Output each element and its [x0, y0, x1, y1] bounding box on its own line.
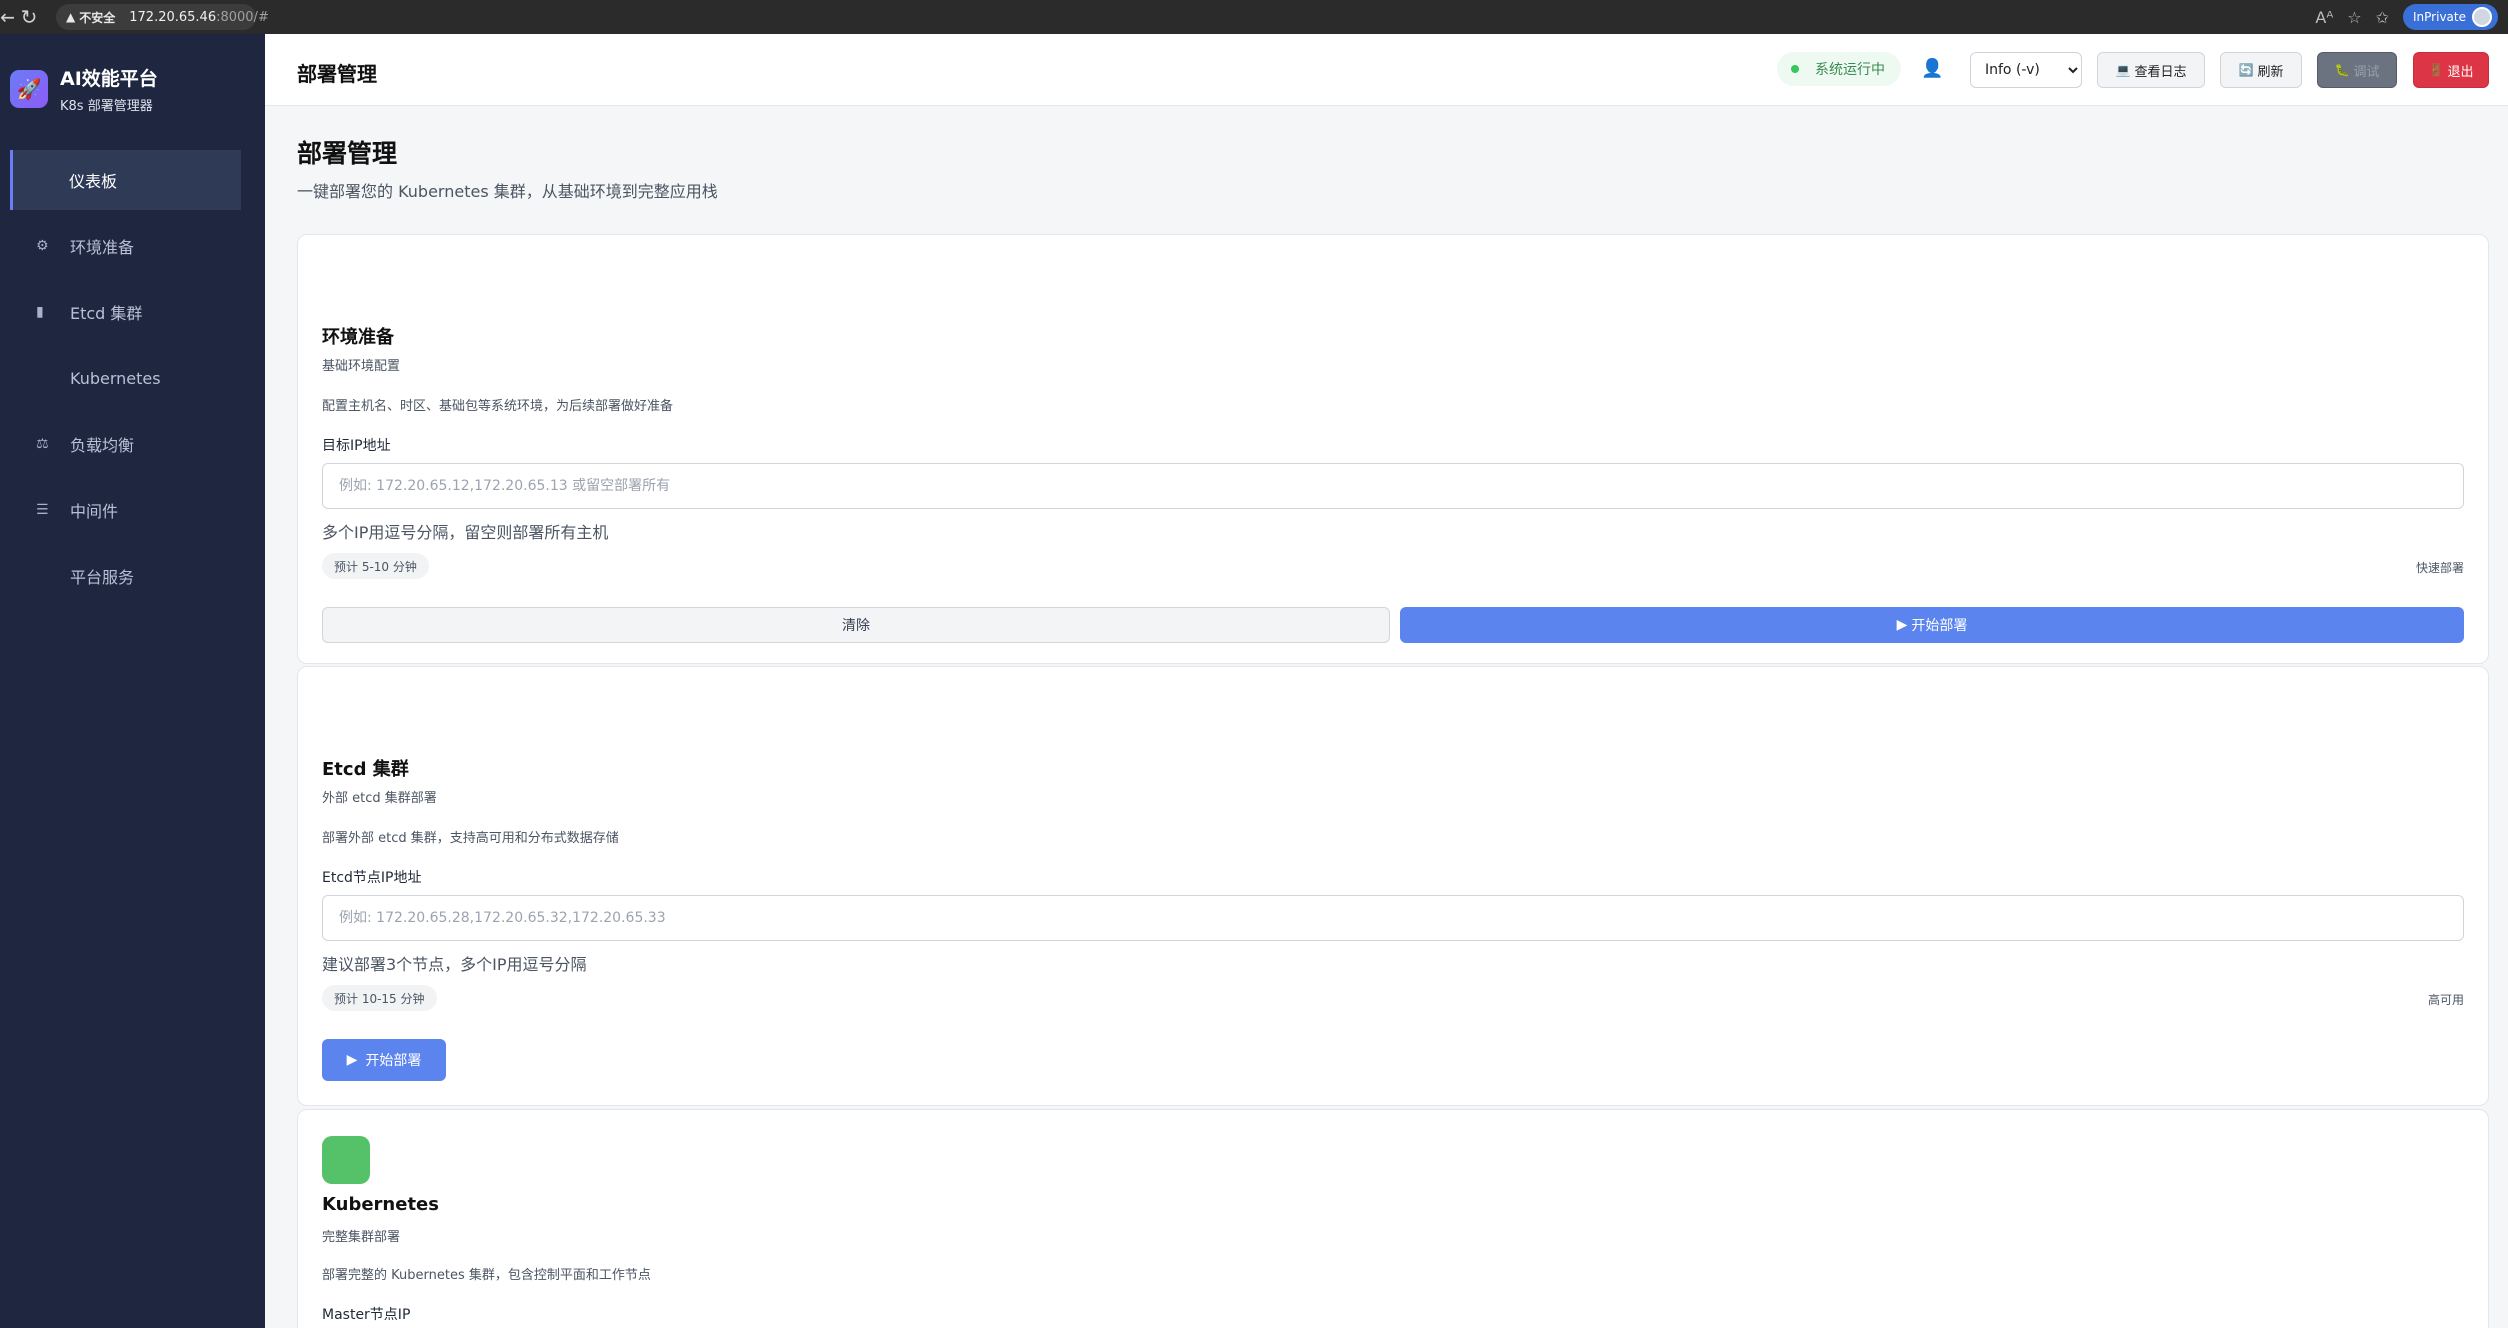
deploy-card-etcd: Etcd 集群 外部 etcd 集群部署 部署外部 etcd 集群，支持高可用和… [297, 666, 2489, 1106]
clear-label: 清除 [842, 618, 870, 634]
rocket-icon: 🚀 [10, 70, 48, 108]
play-icon: ▶ [1896, 617, 1908, 633]
time-estimate-badge: 预计 5-10 分钟 [322, 553, 429, 579]
kubernetes-card-icon [322, 1136, 370, 1184]
url-host: 172.20.65.46 [129, 9, 217, 25]
card-subtitle: 基础环境配置 [322, 359, 401, 374]
field-hint: 多个IP用逗号分隔，留空则部署所有主机 [322, 523, 609, 542]
page-title: 部署管理 [297, 139, 398, 168]
address-bar[interactable]: ▲ 不安全 172.20.65.46:8000/# [56, 4, 269, 30]
sidebar-item-kubernetes[interactable]: Kubernetes [10, 348, 241, 408]
laptop-icon: 💻 [2115, 63, 2131, 77]
inprivate-badge[interactable]: InPrivate [2403, 4, 2498, 30]
sidebar-item-label: 平台服务 [70, 568, 135, 587]
inprivate-label: InPrivate [2413, 10, 2466, 24]
deploy-card-kubernetes: Kubernetes 完整集群部署 部署完整的 Kubernetes 集群，包含… [297, 1109, 2489, 1328]
card-description: 部署完整的 Kubernetes 集群，包含控制平面和工作节点 [322, 1268, 651, 1283]
refresh-icon: 🔄 [2238, 63, 2254, 77]
sidebar-item-platform[interactable]: 平台服务 [10, 546, 241, 606]
reload-icon[interactable]: ↻ [14, 5, 44, 29]
logout-button[interactable]: 🚪 退出 [2413, 52, 2489, 88]
field-label: Etcd节点IP地址 [322, 870, 422, 886]
field-hint: 建议部署3个节点，多个IP用逗号分隔 [322, 955, 587, 974]
star-icon[interactable]: ☆ [2347, 8, 2361, 27]
sidebar-item-label: 仪表板 [69, 172, 118, 191]
back-icon[interactable]: ← [0, 5, 14, 29]
header-title: 部署管理 [297, 62, 377, 86]
status-badge: 系统运行中 [1777, 52, 1901, 86]
page-description: 一键部署您的 Kubernetes 集群，从基础环境到完整应用栈 [297, 182, 718, 201]
refresh-label: 刷新 [2257, 64, 2284, 80]
log-level-select[interactable]: Info (-v) [1970, 52, 2082, 88]
start-deploy-button[interactable]: ▶ 开始部署 [322, 1039, 446, 1081]
sidebar-item-label: Etcd 集群 [70, 304, 143, 323]
browser-toolbar: ← ↻ ▲ 不安全 172.20.65.46:8000/# Aᴬ ☆ ✩ InP… [0, 0, 2508, 34]
card-description: 配置主机名、时区、基础包等系统环境，为后续部署做好准备 [322, 399, 674, 414]
profile-avatar [2472, 7, 2492, 27]
brand-subtitle: K8s 部署管理器 [60, 99, 153, 114]
favorites-icon[interactable]: ✩ [2376, 8, 2389, 27]
refresh-button[interactable]: 🔄 刷新 [2220, 52, 2302, 88]
sidebar-item-etcd[interactable]: ▮ Etcd 集群 [10, 282, 241, 342]
card-tag: 高可用 [2427, 993, 2464, 1007]
sidebar-item-middleware[interactable]: ☰ 中间件 [10, 480, 241, 540]
sidebar-item-label: 环境准备 [70, 238, 135, 257]
time-estimate-badge: 预计 10-15 分钟 [322, 985, 437, 1011]
sidebar: 🚀 AI效能平台 K8s 部署管理器 仪表板 ⚙ 环境准备 ▮ Etcd 集群 … [0, 34, 265, 1328]
brand-title: AI效能平台 [60, 68, 158, 90]
main-content: 部署管理 一键部署您的 Kubernetes 集群，从基础环境到完整应用栈 环境… [265, 106, 2508, 1328]
deploy-label: 开始部署 [1911, 618, 1968, 634]
card-title: Kubernetes [322, 1194, 439, 1215]
sidebar-item-label: Kubernetes [70, 368, 161, 388]
start-deploy-button[interactable]: ▶ 开始部署 [1400, 607, 2464, 643]
deploy-card-environment: 环境准备 基础环境配置 配置主机名、时区、基础包等系统环境，为后续部署做好准备 … [297, 234, 2489, 664]
debug-label: 调试 [2353, 64, 2380, 80]
card-description: 部署外部 etcd 集群，支持高可用和分布式数据存储 [322, 831, 619, 846]
card-tag: 快速部署 [2415, 561, 2464, 575]
stack-icon: ☰ [36, 502, 49, 518]
debug-button[interactable]: 🐛 调试 [2317, 52, 2397, 88]
status-dot-icon [1791, 65, 1799, 73]
insecure-label: 不安全 [79, 10, 116, 25]
target-ip-input[interactable] [322, 463, 2464, 509]
top-header: 部署管理 系统运行中 👤 Info (-v) 💻 查看日志 🔄 刷新 🐛 调试 … [265, 34, 2508, 106]
card-subtitle: 完整集群部署 [322, 1230, 401, 1245]
card-title: Etcd 集群 [322, 759, 409, 780]
sidebar-nav: 仪表板 ⚙ 环境准备 ▮ Etcd 集群 Kubernetes ⚖ 负载均衡 ☰… [0, 150, 265, 606]
read-aloud-icon[interactable]: Aᴬ [2315, 8, 2333, 27]
sidebar-item-label: 负载均衡 [70, 436, 135, 455]
field-label: 目标IP地址 [322, 438, 391, 454]
warning-icon: ▲ [66, 10, 76, 24]
view-logs-label: 查看日志 [2134, 64, 2187, 80]
sidebar-item-dashboard[interactable]: 仪表板 [10, 150, 241, 210]
user-icon[interactable]: 👤 [1921, 58, 1943, 79]
sidebar-item-load-balancer[interactable]: ⚖ 负载均衡 [10, 414, 241, 474]
card-title: 环境准备 [322, 327, 394, 348]
bug-icon: 🐛 [2334, 63, 2350, 77]
etcd-ip-input[interactable] [322, 895, 2464, 941]
brand: 🚀 AI效能平台 K8s 部署管理器 [0, 34, 265, 114]
logout-label: 退出 [2447, 64, 2474, 80]
card-subtitle: 外部 etcd 集群部署 [322, 791, 437, 806]
url-path: :8000/# [216, 9, 269, 25]
view-logs-button[interactable]: 💻 查看日志 [2097, 52, 2205, 88]
clear-button[interactable]: 清除 [322, 607, 1390, 643]
play-icon: ▶ [346, 1052, 358, 1068]
balance-icon: ⚖ [36, 436, 49, 452]
status-text: 系统运行中 [1815, 62, 1885, 78]
deploy-label: 开始部署 [365, 1053, 422, 1069]
gear-icon: ⚙ [36, 238, 49, 254]
door-icon: 🚪 [2428, 63, 2444, 77]
database-icon: ▮ [36, 304, 44, 320]
sidebar-item-label: 中间件 [70, 502, 119, 521]
sidebar-item-environment[interactable]: ⚙ 环境准备 [10, 216, 241, 276]
field-label: Master节点IP [322, 1307, 411, 1323]
